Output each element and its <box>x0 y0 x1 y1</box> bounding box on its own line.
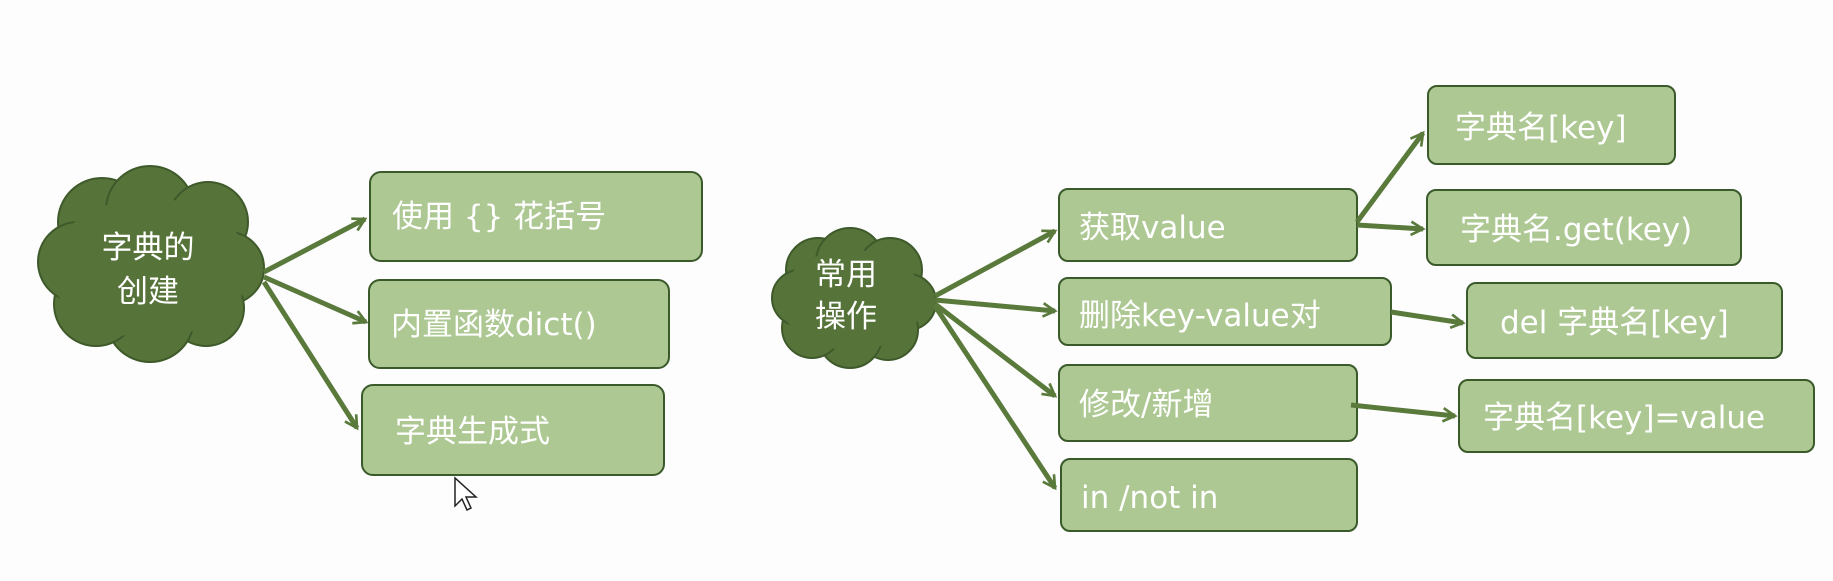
box-bracket-access: 字典名[key] <box>1427 85 1676 165</box>
box-get-method: 字典名.get(key) <box>1426 189 1742 266</box>
box-membership: in /not in <box>1060 458 1358 532</box>
box-modify: 修改/新增 <box>1058 364 1358 442</box>
arrow-to-modify <box>933 302 1055 398</box>
box-braces: 使用 {} 花括号 <box>369 171 703 262</box>
arrow-to-dict-func <box>262 274 366 322</box>
delete-way: del 字典名[key] <box>1500 305 1729 341</box>
arrow-to-membership <box>932 304 1058 488</box>
creation-item-comprehension: 字典生成式 <box>395 414 550 450</box>
arrow-to-bracket-access <box>1354 133 1426 224</box>
box-delete: 删除key-value对 <box>1058 277 1392 346</box>
box-assignment: 字典名[key]=value <box>1458 379 1815 453</box>
operation-get: 获取value <box>1079 210 1226 246</box>
box-get-value: 获取value <box>1058 188 1358 262</box>
operation-modify: 修改/新增 <box>1079 387 1213 423</box>
cloud-label-line2: 操作 <box>815 299 877 335</box>
arrow-to-delete <box>934 297 1055 311</box>
box-del-statement: del 字典名[key] <box>1466 282 1783 359</box>
modify-way: 字典名[key]=value <box>1483 400 1765 436</box>
arrow-to-get <box>933 228 1055 299</box>
cloud-common-operations: 常用 操作 <box>771 227 937 369</box>
operation-membership: in /not in <box>1081 480 1218 516</box>
arrow-to-get-method <box>1356 225 1423 229</box>
box-dict-func: 内置函数dict() <box>368 279 670 369</box>
get-way-bracket: 字典名[key] <box>1455 110 1626 146</box>
get-way-method: 字典名.get(key) <box>1460 212 1692 248</box>
cloud-label-line1: 字典的 <box>102 230 195 266</box>
box-comprehension: 字典生成式 <box>361 384 665 476</box>
arrow-to-del-statement <box>1390 309 1463 323</box>
arrow-to-comprehension <box>261 280 360 428</box>
cloud-label-line1: 常用 <box>815 257 877 293</box>
mouse-cursor-icon <box>454 476 478 512</box>
cloud-dict-creation: 字典的 创建 <box>37 165 265 363</box>
arrow-to-braces <box>262 216 365 275</box>
operation-delete: 删除key-value对 <box>1079 298 1321 334</box>
creation-item-dict-func: 内置函数dict() <box>391 307 597 343</box>
arrow-to-assignment <box>1350 402 1455 416</box>
mind-map-diagram: 字典的 创建 使用 {} 花括号 内置函数dict() 字典生成式 常用 操作 <box>37 85 1815 532</box>
creation-item-braces: 使用 {} 花括号 <box>392 199 606 235</box>
cloud-icon <box>771 227 937 369</box>
cloud-label-line2: 创建 <box>117 274 179 310</box>
